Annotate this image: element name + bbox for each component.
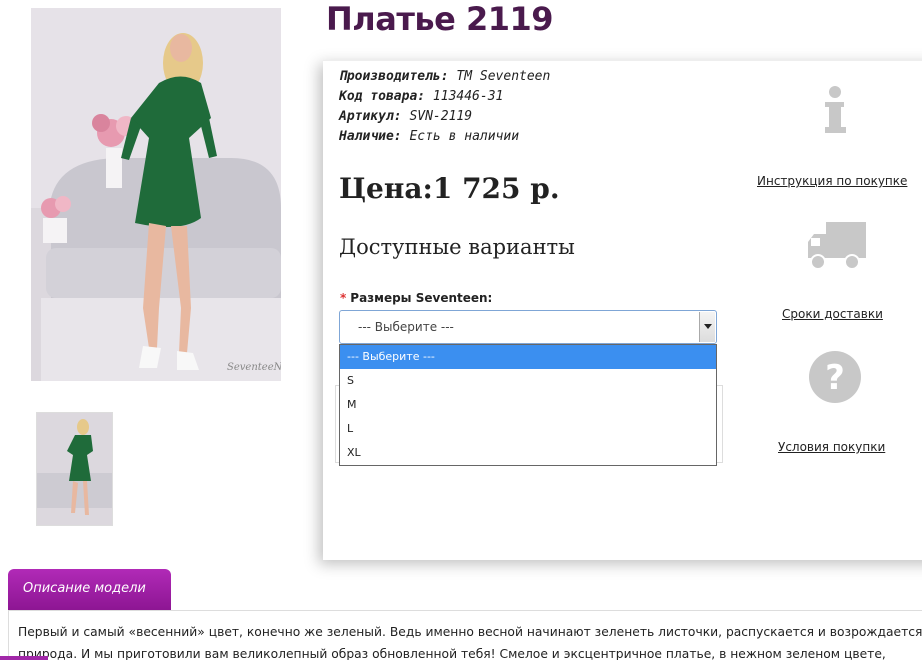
product-title: Платье 2119: [326, 0, 554, 38]
meta-key: Наличие:: [339, 129, 402, 144]
meta-key: Код товара:: [339, 89, 426, 104]
size-option[interactable]: L: [340, 417, 716, 441]
size-label-text: Размеры Seventeen:: [350, 291, 493, 305]
meta-manufacturer: Производитель: ТМ Seventeen: [339, 67, 550, 87]
variants-heading: Доступные варианты: [339, 235, 575, 259]
product-thumbnail[interactable]: [36, 412, 113, 526]
required-mark: *: [340, 291, 347, 305]
meta-value: SVN-2119: [409, 109, 473, 124]
purchase-terms-link[interactable]: Условия покупки: [778, 440, 885, 454]
description-text: Первый и самый «весенний» цвет, конечно …: [18, 621, 922, 660]
size-option[interactable]: XL: [340, 441, 716, 465]
product-meta: Производитель: ТМ Seventeen Код товара: …: [339, 67, 550, 147]
size-option[interactable]: M: [340, 393, 716, 417]
purchase-instructions-link[interactable]: Инструкция по покупке: [757, 174, 907, 188]
size-option[interactable]: S: [340, 369, 716, 393]
watermark-text: SeventeeN: [227, 362, 281, 373]
dress-photo-illustration: SeventeeN: [31, 8, 281, 381]
question-icon[interactable]: ?: [808, 350, 862, 408]
size-select-value: --- Выберите ---: [358, 320, 454, 334]
tab-description-label: Описание модели: [23, 581, 146, 596]
chevron-down-icon[interactable]: [699, 312, 715, 342]
main-product-photo[interactable]: SeventeeN: [31, 8, 281, 381]
meta-value: Есть в наличии: [409, 129, 520, 144]
size-dropdown-list: --- Выберите --- S M L XL: [339, 344, 717, 466]
meta-sku: Артикул: SVN-2119: [339, 107, 550, 127]
meta-value: 113446-31: [432, 89, 504, 104]
tab-description[interactable]: Описание модели: [8, 569, 171, 611]
meta-value: ТМ Seventeen: [456, 69, 551, 84]
meta-product-code: Код товара: 113446-31: [339, 87, 550, 107]
delivery-truck-icon[interactable]: [806, 220, 868, 276]
meta-key: Производитель:: [339, 69, 449, 84]
delivery-terms-link[interactable]: Сроки доставки: [782, 307, 883, 321]
meta-availability: Наличие: Есть в наличии: [339, 127, 550, 147]
description-line: природа. И мы приготовили вам великолепн…: [18, 647, 886, 660]
info-icon[interactable]: [822, 85, 848, 139]
description-line: Первый и самый «весенний» цвет, конечно …: [18, 625, 922, 639]
svg-text:?: ?: [825, 358, 845, 398]
size-select-label: * Размеры Seventeen:: [340, 291, 492, 305]
thumbnail-illustration: [37, 413, 112, 525]
decorative-strip: [0, 656, 48, 660]
size-select[interactable]: --- Выберите ---: [339, 310, 717, 344]
product-price: Цена:1 725 р.: [339, 172, 560, 205]
size-option[interactable]: --- Выберите ---: [340, 345, 716, 369]
meta-key: Артикул:: [339, 109, 402, 124]
